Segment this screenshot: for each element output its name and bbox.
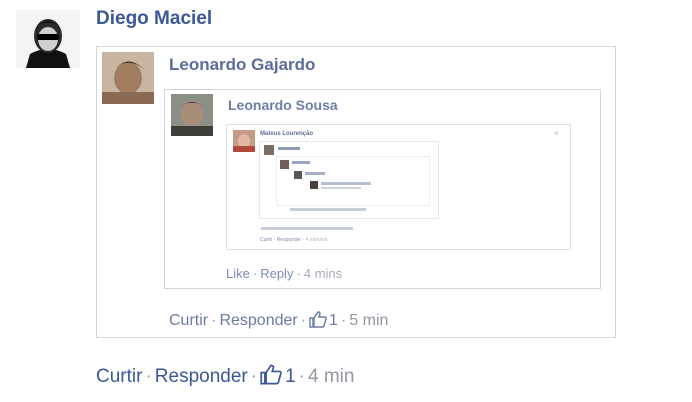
like-link-leonardo-sousa[interactable]: Like — [226, 266, 250, 281]
deep-name-bar-3 — [305, 172, 325, 175]
comment-author-leonardo-sousa[interactable]: Leonardo Sousa — [228, 97, 338, 113]
reply-link-diego-maciel[interactable]: Responder — [155, 366, 248, 387]
avatar-leonardo-gajardo[interactable] — [102, 52, 154, 104]
thumbs-up-icon[interactable] — [260, 364, 282, 391]
timestamp-diego-maciel: 4 min — [307, 366, 355, 387]
deep-action-bar-1 — [261, 227, 353, 230]
comment-author-leonardo-gajardo[interactable]: Leonardo Gajardo — [169, 55, 315, 75]
deep-name-bar-2 — [292, 161, 310, 164]
avatar-diego-maciel[interactable] — [16, 10, 80, 68]
leonardo-gajardo-actions: Curtir · Responder · 1 · 5 min — [169, 311, 388, 333]
timestamp-leonardo-gajardo: 5 min — [349, 312, 389, 329]
nested-screenshot-card: Mateus Lourenção × Curtir · Responder · … — [226, 124, 571, 250]
diego-maciel-actions: Curtir · Responder · 1 · 4 min — [96, 364, 354, 391]
like-count-diego-maciel: 1 — [285, 366, 296, 387]
thumbs-up-icon[interactable] — [309, 311, 327, 333]
deep-nested-card-2 — [276, 156, 430, 206]
deep-action-bar-4 — [321, 187, 361, 189]
like-link-leonardo-gajardo[interactable]: Curtir — [169, 312, 208, 329]
avatar-deep-2 — [280, 160, 289, 169]
avatar-mateus-lourenco[interactable] — [233, 130, 255, 152]
mateus-actions: Curtir · Responder · 4 minutos — [260, 237, 328, 243]
like-count-leonardo-gajardo: 1 — [329, 312, 338, 329]
deep-name-bar-1 — [278, 147, 300, 150]
avatar-deep-3 — [294, 171, 302, 179]
reply-link-leonardo-gajardo[interactable]: Responder — [219, 312, 297, 329]
like-link-diego-maciel[interactable]: Curtir — [96, 366, 142, 387]
timestamp-leonardo-sousa: 4 mins — [303, 266, 343, 281]
close-icon[interactable]: × — [554, 129, 559, 138]
avatar-leonardo-sousa[interactable] — [171, 94, 213, 136]
comment-author-diego-maciel[interactable]: Diego Maciel — [96, 8, 212, 30]
shared-comment-card: Leonardo Gajardo Leonardo Sousa Mateus L… — [96, 46, 616, 338]
reply-link-leonardo-sousa[interactable]: Reply — [260, 266, 293, 281]
avatar-deep-4 — [310, 181, 318, 189]
mateus-time: 4 minutos — [305, 237, 328, 243]
deep-action-bar-2 — [290, 208, 366, 211]
mateus-like-link[interactable]: Curtir — [260, 237, 272, 243]
leonardo-sousa-actions: Like · Reply · 4 mins — [226, 266, 343, 281]
deep-text-bar-4 — [321, 182, 371, 185]
avatar-deep-1 — [264, 145, 274, 155]
deep-nested-card — [259, 141, 439, 219]
nested-comment-card: Leonardo Sousa Mateus Lourenção × Curtir… — [164, 89, 601, 289]
comment-author-mateus-lourenco[interactable]: Mateus Lourenção — [260, 131, 313, 137]
mateus-reply-link[interactable]: Responder — [277, 237, 301, 243]
